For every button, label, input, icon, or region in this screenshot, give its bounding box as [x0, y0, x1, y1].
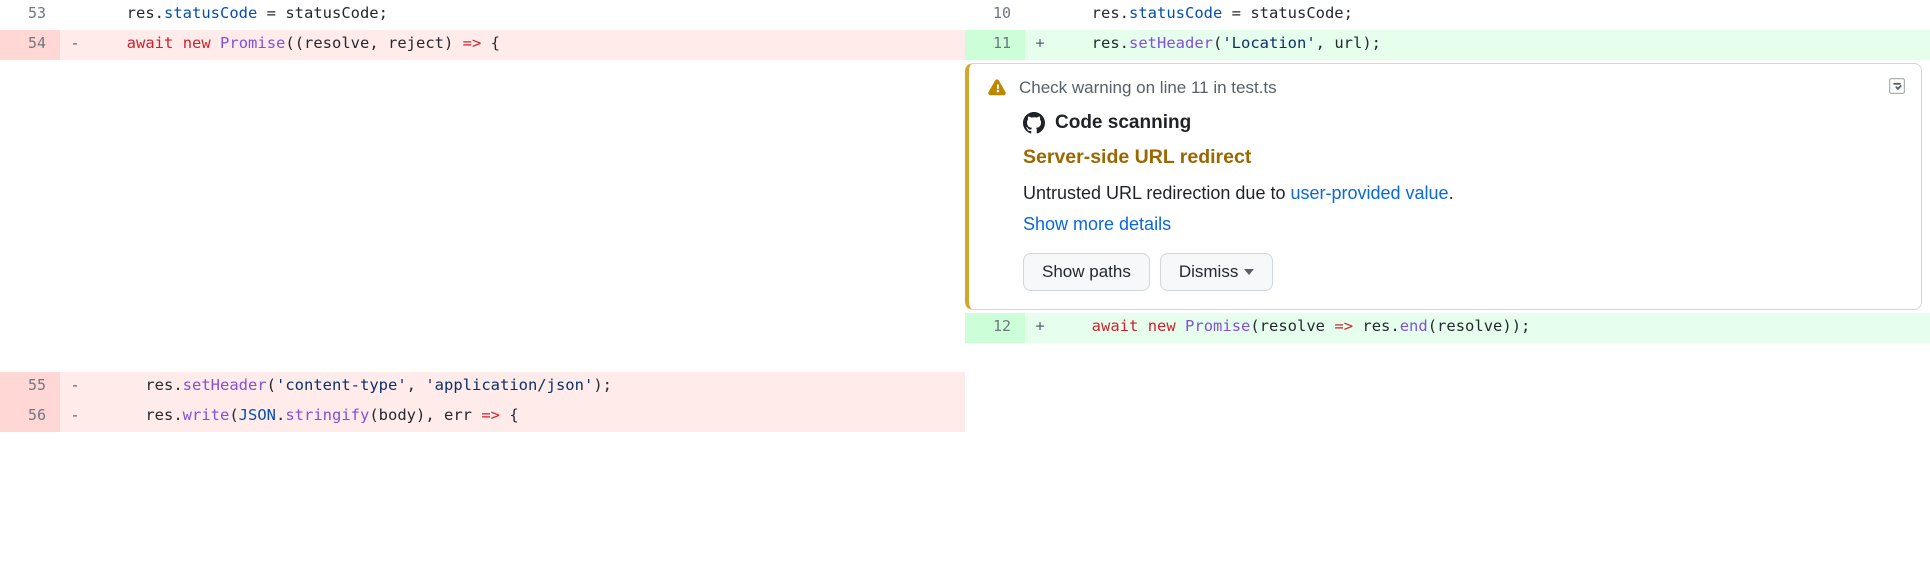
annotation-title: Server-side URL redirect	[1023, 146, 1903, 169]
diff-filler	[965, 343, 1930, 373]
alert-icon	[987, 78, 1007, 98]
line-code[interactable]: res.statusCode = statusCode;	[1055, 0, 1930, 30]
diff-right-pane: 10 res.statusCode = statusCode; 11 + res…	[965, 0, 1930, 432]
line-marker	[60, 0, 90, 30]
line-code[interactable]: await new Promise((resolve, reject) => {	[90, 30, 965, 60]
line-marker	[1025, 0, 1055, 30]
diff-line[interactable]: 53 res.statusCode = statusCode;	[0, 0, 965, 30]
show-more-details-link[interactable]: Show more details	[1023, 214, 1171, 235]
line-marker: +	[1025, 313, 1055, 343]
line-code[interactable]: res.write(JSON.stringify(body), err => {	[90, 402, 965, 432]
line-number[interactable]: 53	[0, 0, 60, 30]
diff-line[interactable]: 54 - await new Promise((resolve, reject)…	[0, 30, 965, 60]
line-marker: +	[1025, 30, 1055, 60]
caret-down-icon	[1244, 267, 1254, 277]
line-marker: -	[60, 30, 90, 60]
line-marker: -	[60, 372, 90, 402]
annotation-menu-icon[interactable]	[1887, 76, 1907, 96]
line-number[interactable]: 55	[0, 372, 60, 402]
diff-line[interactable]: 10 res.statusCode = statusCode;	[965, 0, 1930, 30]
line-marker: -	[60, 402, 90, 432]
line-number[interactable]: 10	[965, 0, 1025, 30]
annotation-header: Check warning on line 11 in test.ts	[1019, 78, 1277, 98]
show-paths-button[interactable]: Show paths	[1023, 253, 1150, 291]
diff-line[interactable]: 56 - res.write(JSON.stringify(body), err…	[0, 402, 965, 432]
annotation-desc-link[interactable]: user-provided value	[1290, 183, 1448, 203]
line-number[interactable]: 11	[965, 30, 1025, 60]
line-code[interactable]: res.setHeader('Location', url);	[1055, 30, 1930, 60]
line-code[interactable]: res.statusCode = statusCode;	[90, 0, 965, 30]
line-number[interactable]: 56	[0, 402, 60, 432]
line-number[interactable]: 12	[965, 313, 1025, 343]
diff-line[interactable]: 55 - res.setHeader('content-type', 'appl…	[0, 372, 965, 402]
line-code[interactable]: res.setHeader('content-type', 'applicati…	[90, 372, 965, 402]
github-icon	[1023, 112, 1045, 134]
diff-line[interactable]: 11 + res.setHeader('Location', url);	[965, 30, 1930, 60]
line-code[interactable]: await new Promise(resolve => res.end(res…	[1055, 313, 1930, 343]
diff-left-pane: 53 res.statusCode = statusCode; 54 - awa…	[0, 0, 965, 432]
diff-line[interactable]: 12 + await new Promise(resolve => res.en…	[965, 313, 1930, 343]
line-number[interactable]: 54	[0, 30, 60, 60]
annotation-description: Untrusted URL redirection due to user-pr…	[1023, 183, 1903, 204]
code-scanning-annotation: Check warning on line 11 in test.ts Code…	[965, 60, 1930, 313]
dismiss-button[interactable]: Dismiss	[1160, 253, 1274, 291]
annotation-source: Code scanning	[1055, 112, 1191, 134]
diff-filler	[0, 60, 965, 372]
